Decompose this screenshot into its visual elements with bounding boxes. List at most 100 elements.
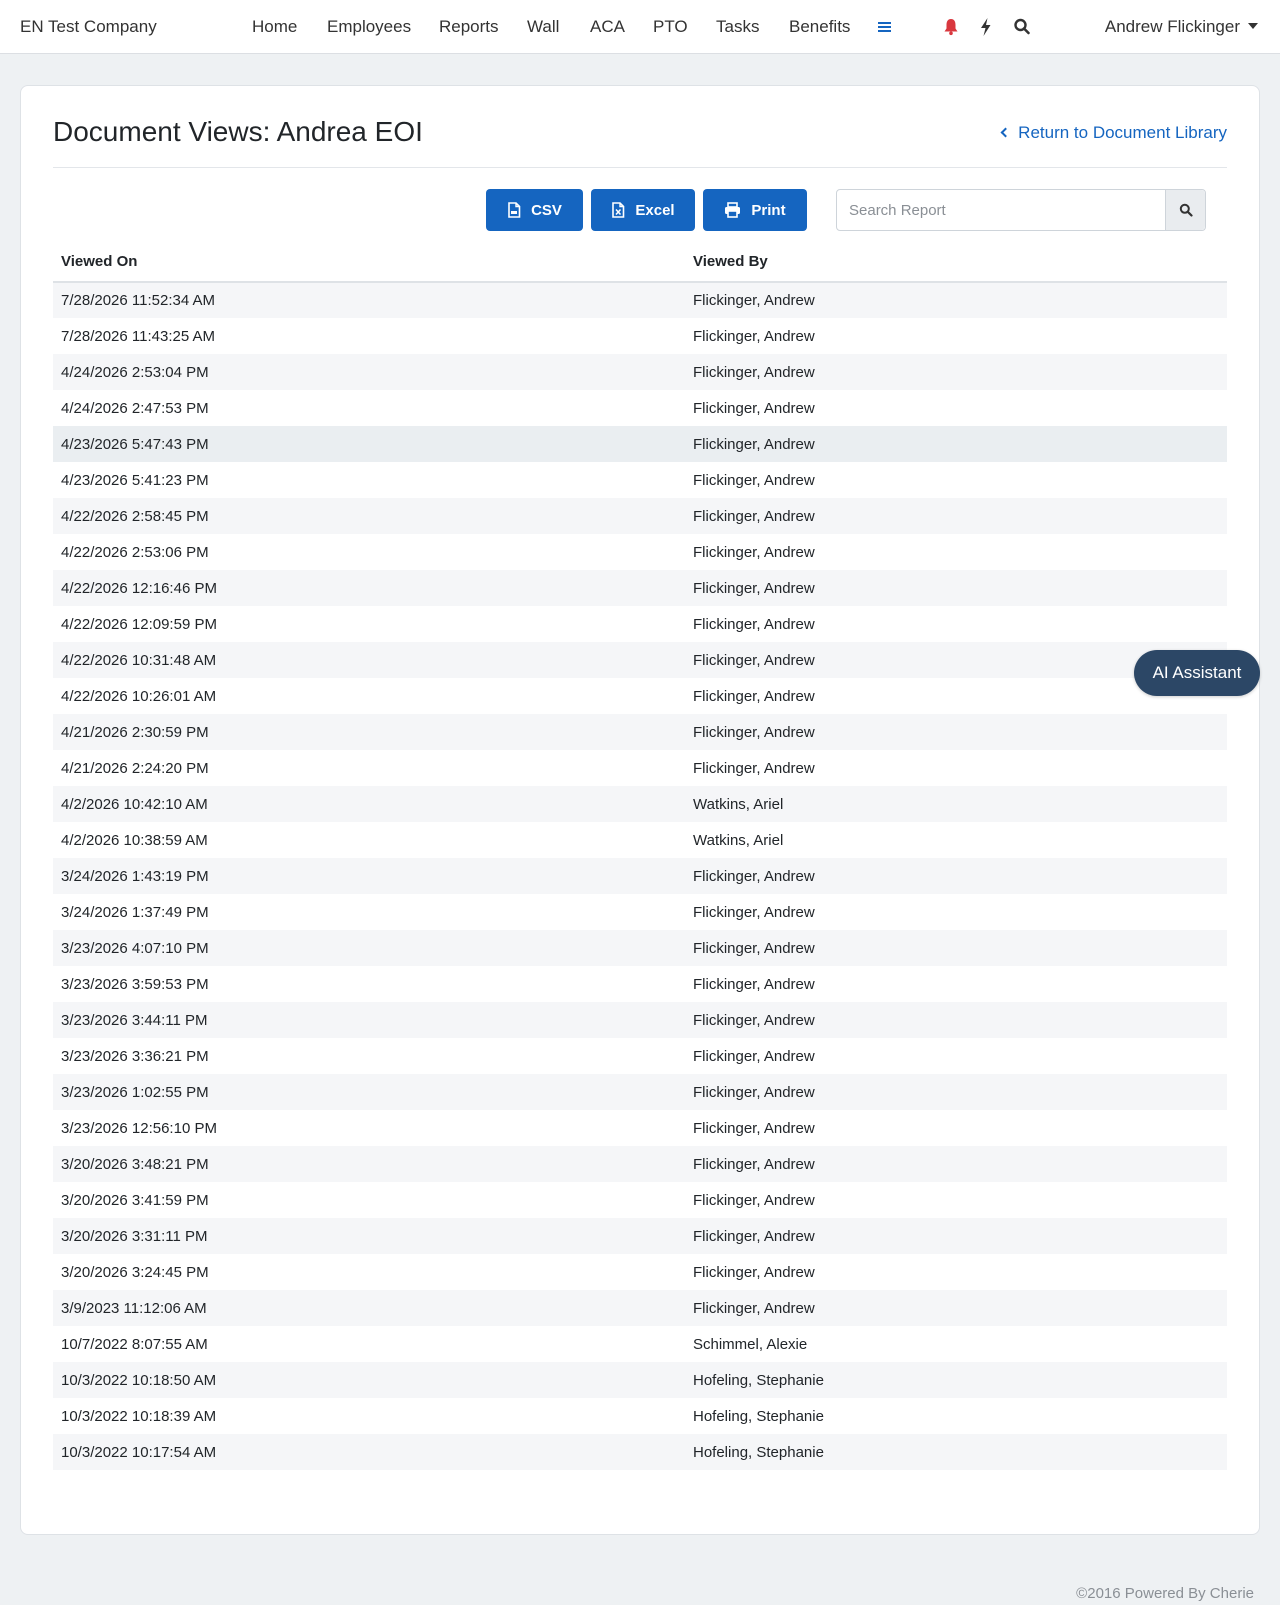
- cell-viewed-by: Flickinger, Andrew: [693, 399, 815, 417]
- table-row: 10/3/2022 10:18:50 AM Hofeling, Stephanie: [53, 1362, 1227, 1398]
- cell-viewed-on: 3/23/2026 3:36:21 PM: [61, 1047, 209, 1065]
- cell-viewed-on: 4/22/2026 2:58:45 PM: [53, 498, 685, 534]
- search-report-button[interactable]: [1165, 190, 1205, 230]
- cell-viewed-on: 7/28/2026 11:52:34 AM: [53, 282, 685, 318]
- table-row: 10/3/2022 10:18:39 AM Hofeling, Stephanie: [53, 1398, 1227, 1434]
- bolt-icon[interactable]: [977, 16, 999, 38]
- title-divider: [53, 167, 1227, 168]
- nav-aca[interactable]: ACA: [590, 17, 625, 37]
- user-menu[interactable]: Andrew Flickinger: [1105, 17, 1258, 37]
- csv-button[interactable]: CSV: [486, 189, 583, 231]
- table-row: 3/23/2026 3:36:21 PM Flickinger, Andrew: [53, 1038, 1227, 1074]
- table-row: 3/24/2026 1:43:19 PM Flickinger, Andrew: [53, 858, 1227, 894]
- table-row: 3/23/2026 4:07:10 PM Flickinger, Andrew: [53, 930, 1227, 966]
- cell-viewed-by: Hofeling, Stephanie: [685, 1434, 1227, 1470]
- table-row: 3/23/2026 1:02:55 PM Flickinger, Andrew: [53, 1074, 1227, 1110]
- cell-viewed-by: Flickinger, Andrew: [685, 930, 1227, 966]
- cell-viewed-on: 4/21/2026 2:30:59 PM: [53, 714, 685, 750]
- user-name: Andrew Flickinger: [1104, 17, 1240, 36]
- cell-viewed-on: 10/3/2022 10:18:39 AM: [61, 1407, 217, 1425]
- nav-reports[interactable]: Reports: [439, 17, 499, 37]
- nav-benefits[interactable]: Benefits: [789, 17, 850, 37]
- nav-home[interactable]: Home: [252, 17, 297, 37]
- printer-icon: [725, 202, 741, 218]
- cell-viewed-on: 3/23/2026 4:07:10 PM: [53, 930, 685, 966]
- cell-viewed-on: 3/23/2026 12:56:10 PM: [61, 1119, 217, 1137]
- excel-button[interactable]: Excel: [591, 189, 695, 231]
- cell-viewed-on: 4/2/2026 10:38:59 AM: [61, 831, 208, 849]
- cell-viewed-on: 4/2/2026 10:42:10 AM: [53, 786, 685, 822]
- cell-viewed-on: 10/7/2022 8:07:55 AM: [61, 1335, 208, 1353]
- cell-viewed-on: 3/20/2026 3:41:59 PM: [61, 1191, 209, 1209]
- cell-viewed-by: Flickinger, Andrew: [685, 1218, 1227, 1254]
- ai-assistant-button[interactable]: AI Assistant: [1134, 650, 1260, 696]
- cell-viewed-on: 3/20/2026 3:24:45 PM: [61, 1263, 209, 1281]
- cell-viewed-on: 4/23/2026 5:47:43 PM: [53, 426, 685, 462]
- document-views-table: Viewed On Viewed By 7/28/2026 11:52:34 A…: [53, 242, 1227, 1470]
- bell-icon[interactable]: [942, 16, 964, 38]
- table-body: 7/28/2026 11:52:34 AM Flickinger, Andrew 7…: [53, 282, 1227, 1470]
- cell-viewed-on: 4/24/2026 2:53:04 PM: [53, 354, 685, 390]
- cell-viewed-on: 3/24/2026 1:37:49 PM: [61, 903, 209, 921]
- company-brand[interactable]: EN Test Company: [20, 17, 157, 37]
- menu-icon[interactable]: [876, 16, 898, 38]
- table-row: 3/20/2026 3:24:45 PM Flickinger, Andrew: [53, 1254, 1227, 1290]
- table-row: 4/23/2026 5:41:23 PM Flickinger, Andrew: [53, 462, 1227, 498]
- cell-viewed-by: Hofeling, Stephanie: [693, 1407, 824, 1425]
- excel-label: Excel: [635, 201, 675, 219]
- excel-file-icon: [612, 202, 625, 218]
- top-nav: EN Test Company Home Employees Reports W…: [0, 0, 1280, 54]
- table-row: 4/24/2026 2:53:04 PM Flickinger, Andrew: [53, 354, 1227, 390]
- table-row: 10/7/2022 8:07:55 AM Schimmel, Alexie: [53, 1326, 1227, 1362]
- table-row: 7/28/2026 11:43:25 AM Flickinger, Andrew: [53, 318, 1227, 354]
- column-header-viewed-by[interactable]: Viewed By: [685, 242, 1227, 283]
- table-row: 3/9/2023 11:12:06 AM Flickinger, Andrew: [53, 1290, 1227, 1326]
- cell-viewed-on: 3/23/2026 3:59:53 PM: [61, 975, 209, 993]
- csv-file-icon: [508, 202, 521, 218]
- return-link-label: Return to Document Library: [1018, 123, 1227, 142]
- cell-viewed-by: Schimmel, Alexie: [693, 1335, 808, 1353]
- report-card: Document Views: Andrea EOI Return to Doc…: [20, 85, 1260, 1535]
- cell-viewed-by: Flickinger, Andrew: [693, 471, 815, 489]
- table-row: 4/22/2026 12:09:59 PM Flickinger, Andrew: [53, 606, 1227, 642]
- table-row: 4/2/2026 10:38:59 AM Watkins, Ariel: [53, 822, 1227, 858]
- table-row: 3/23/2026 12:56:10 PM Flickinger, Andrew: [53, 1110, 1227, 1146]
- cell-viewed-on: 3/20/2026 3:31:11 PM: [53, 1218, 685, 1254]
- cell-viewed-by: Flickinger, Andrew: [693, 1263, 815, 1281]
- table-header-row: Viewed On Viewed By: [53, 242, 1227, 283]
- column-header-viewed-on[interactable]: Viewed On: [53, 242, 685, 283]
- cell-viewed-on: 3/23/2026 3:44:11 PM: [53, 1002, 685, 1038]
- cell-viewed-on: 3/9/2023 11:12:06 AM: [53, 1290, 685, 1326]
- cell-viewed-by: Flickinger, Andrew: [685, 426, 1227, 462]
- nav-employees[interactable]: Employees: [327, 17, 411, 37]
- print-button[interactable]: Print: [703, 189, 807, 231]
- cell-viewed-on: 4/22/2026 10:31:48 AM: [53, 642, 685, 678]
- cell-viewed-by: Flickinger, Andrew: [693, 1047, 815, 1065]
- cell-viewed-on: 4/23/2026 5:41:23 PM: [61, 471, 209, 489]
- return-to-library-link[interactable]: Return to Document Library: [1000, 123, 1227, 143]
- table-row: 3/23/2026 3:44:11 PM Flickinger, Andrew: [53, 1002, 1227, 1038]
- cell-viewed-on: 4/22/2026 12:16:46 PM: [53, 570, 685, 606]
- table-row: 4/22/2026 10:31:48 AM Flickinger, Andrew: [53, 642, 1227, 678]
- cell-viewed-by: Flickinger, Andrew: [685, 1002, 1227, 1038]
- cell-viewed-on: 10/3/2022 10:18:50 AM: [53, 1362, 685, 1398]
- cell-viewed-on: 4/22/2026 10:26:01 AM: [61, 687, 217, 705]
- nav-wall[interactable]: Wall: [527, 17, 559, 37]
- cell-viewed-by: Hofeling, Stephanie: [685, 1362, 1227, 1398]
- cell-viewed-on: 7/28/2026 11:43:25 AM: [61, 327, 216, 345]
- cell-viewed-by: Flickinger, Andrew: [685, 282, 1227, 318]
- cell-viewed-by: Watkins, Ariel: [685, 786, 1227, 822]
- search-icon[interactable]: [1013, 16, 1035, 38]
- search-report-input[interactable]: [837, 190, 1165, 230]
- csv-label: CSV: [531, 201, 562, 219]
- table-row: 3/20/2026 3:48:21 PM Flickinger, Andrew: [53, 1146, 1227, 1182]
- table-row: 3/24/2026 1:37:49 PM Flickinger, Andrew: [53, 894, 1227, 930]
- print-label: Print: [751, 201, 786, 219]
- cell-viewed-by: Flickinger, Andrew: [693, 615, 815, 633]
- cell-viewed-by: Flickinger, Andrew: [685, 498, 1227, 534]
- cell-viewed-by: Flickinger, Andrew: [685, 1074, 1227, 1110]
- table-row: 4/23/2026 5:47:43 PM Flickinger, Andrew: [53, 426, 1227, 462]
- nav-tasks[interactable]: Tasks: [716, 17, 759, 37]
- search-report-box: [836, 189, 1206, 231]
- nav-pto[interactable]: PTO: [653, 17, 688, 37]
